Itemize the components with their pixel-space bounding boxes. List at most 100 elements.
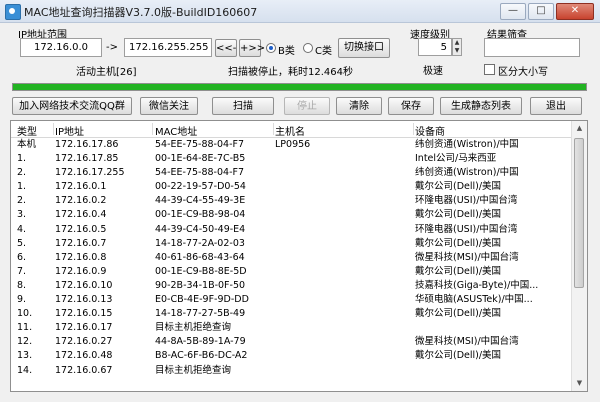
row-ip: 172.16.0.67: [55, 364, 113, 376]
table-row[interactable]: 2. 172.16.0.2 44-39-C4-55-49-3E 环隆电器(USI)/中…: [11, 194, 571, 208]
class-c-radio[interactable]: [303, 43, 313, 53]
table-row[interactable]: 2. 172.16.17.255 54-EE-75-88-04-F7 纬创资通(Wis…: [11, 166, 571, 180]
scrollbar-thumb[interactable]: [574, 138, 584, 288]
vertical-scrollbar[interactable]: ▲ ▼: [571, 121, 587, 391]
scan-button[interactable]: 扫描: [212, 97, 274, 115]
maximize-button[interactable]: □: [528, 3, 554, 20]
wechat-follow-button[interactable]: 微信关注: [140, 97, 198, 115]
scan-progress-fill: [13, 84, 586, 90]
row-ip: 172.16.0.27: [55, 336, 113, 348]
row-vendor: 戴尔公司(Dell)/美国: [415, 237, 502, 249]
table-header: 类型 IP地址 MAC地址 主机名 设备商: [11, 121, 571, 138]
column-divider[interactable]: [273, 123, 274, 135]
row-mac: 14-18-77-27-5B-49: [155, 308, 246, 320]
row-mac: 54-EE-75-88-04-F7: [155, 167, 245, 179]
table-row[interactable]: 13. 172.16.0.48 B8-AC-6F-B6-DC-A2 戴尔公司(Dell…: [11, 349, 571, 363]
row-ip: 172.16.0.1: [55, 181, 107, 193]
row-mac: 00-22-19-57-D0-54: [155, 181, 246, 193]
generate-static-list-button[interactable]: 生成静态列表: [440, 97, 522, 115]
scan-status-text: 扫描被停止，耗时12.464秒: [228, 67, 353, 78]
prev-range-button[interactable]: <<-: [215, 39, 237, 57]
row-ip: 172.16.0.9: [55, 265, 107, 277]
join-qq-group-button[interactable]: 加入网络技术交流QQ群: [12, 97, 132, 115]
row-type: 4.: [17, 223, 27, 235]
close-button[interactable]: ✕: [556, 3, 594, 20]
switch-interface-button[interactable]: 切换接口: [338, 38, 390, 58]
exit-button[interactable]: 退出: [530, 97, 582, 115]
class-b-radio[interactable]: [266, 43, 276, 53]
table-row[interactable]: 1. 172.16.0.1 00-22-19-57-D0-54 戴尔公司(Dell)/…: [11, 180, 571, 194]
row-vendor: 技嘉科技(Giga-Byte)/中国...: [415, 279, 539, 291]
table-row[interactable]: 6. 172.16.0.8 40-61-86-68-43-64 微星科技(MSI)/中…: [11, 251, 571, 265]
row-mac: 14-18-77-2A-02-03: [155, 237, 245, 249]
table-row[interactable]: 5. 172.16.0.7 14-18-77-2A-02-03 戴尔公司(Dell)/…: [11, 237, 571, 251]
chevron-up-icon[interactable]: ▲: [453, 39, 461, 47]
row-ip: 172.16.0.15: [55, 308, 113, 320]
column-header-ip[interactable]: IP地址: [55, 123, 151, 138]
column-header-type[interactable]: 类型: [17, 123, 57, 138]
results-table[interactable]: 类型 IP地址 MAC地址 主机名 设备商 本机 172.16.17.86 54-E…: [10, 120, 588, 392]
row-type: 本机: [17, 139, 37, 150]
case-sensitive-label: 区分大小写: [498, 67, 548, 78]
row-vendor: 戴尔公司(Dell)/美国: [415, 181, 502, 193]
row-ip: 172.16.17.255: [55, 167, 125, 179]
chevron-up-icon[interactable]: ▲: [572, 121, 587, 136]
column-divider[interactable]: [413, 123, 414, 135]
table-row[interactable]: 9. 172.16.0.13 E0-CB-4E-9F-9D-DD 华硕电脑(ASUST…: [11, 293, 571, 307]
table-row[interactable]: 14. 172.16.0.67 目标主机拒绝查询: [11, 364, 571, 378]
stop-button[interactable]: 停止: [284, 97, 330, 115]
row-vendor: 华硕电脑(ASUSTek)/中国...: [415, 294, 533, 306]
row-type: 12.: [17, 336, 33, 348]
row-type: 13.: [17, 350, 33, 362]
speed-caption: 极速: [423, 66, 443, 77]
title-bar[interactable]: MAC地址查询扫描器V3.7.0版-BuildID160607 — □ ✕: [0, 0, 600, 23]
row-mac: 00-1E-C9-B8-8E-5D: [155, 265, 247, 277]
app-window: MAC地址查询扫描器V3.7.0版-BuildID160607 — □ ✕ IP…: [0, 0, 600, 402]
row-type: 2.: [17, 195, 27, 207]
speed-value-input[interactable]: 5: [418, 38, 452, 56]
minimize-button[interactable]: —: [500, 3, 526, 20]
scan-progress-bar: [12, 83, 587, 91]
end-ip-input[interactable]: 172.16.255.255: [124, 38, 212, 57]
clear-button[interactable]: 清除: [336, 97, 382, 115]
column-header-vendor[interactable]: 设备商: [415, 123, 570, 138]
table-row[interactable]: 12. 172.16.0.27 44-8A-5B-89-1A-79 微星科技(MSI)…: [11, 335, 571, 349]
column-divider[interactable]: [53, 123, 54, 135]
row-vendor: 戴尔公司(Dell)/美国: [415, 350, 502, 362]
window-title: MAC地址查询扫描器V3.7.0版-BuildID160607: [24, 6, 258, 19]
row-mac: 40-61-86-68-43-64: [155, 251, 245, 263]
start-ip-input[interactable]: 172.16.0.0: [20, 38, 102, 57]
chevron-down-icon[interactable]: ▼: [572, 376, 587, 391]
class-b-label: B类: [278, 46, 295, 57]
chevron-down-icon[interactable]: ▼: [453, 47, 461, 55]
table-row[interactable]: 7. 172.16.0.9 00-1E-C9-B8-8E-5D 戴尔公司(Dell)/…: [11, 265, 571, 279]
row-vendor: 纬创资通(Wistron)/中国: [415, 167, 519, 179]
filter-input[interactable]: [484, 38, 580, 57]
speed-spinner[interactable]: ▲ ▼: [452, 38, 462, 56]
column-divider[interactable]: [152, 123, 153, 135]
next-range-button[interactable]: +>>: [239, 39, 265, 57]
row-hostname: LP0956: [275, 139, 311, 150]
table-row[interactable]: 10. 172.16.0.15 14-18-77-27-5B-49 戴尔公司(Dell…: [11, 307, 571, 321]
row-mac: 44-8A-5B-89-1A-79: [155, 336, 246, 348]
row-type: 14.: [17, 364, 33, 376]
table-row[interactable]: 本机 172.16.17.86 54-EE-75-88-04-F7 LP0956 纬创资…: [11, 138, 571, 152]
table-row[interactable]: 1. 172.16.17.85 00-1E-64-8E-7C-B5 Intel公司/马…: [11, 152, 571, 166]
table-row[interactable]: 11. 172.16.0.17 目标主机拒绝查询: [11, 321, 571, 335]
save-button[interactable]: 保存: [388, 97, 434, 115]
column-header-hostname[interactable]: 主机名: [275, 123, 413, 138]
row-mac: 00-1E-64-8E-7C-B5: [155, 153, 246, 165]
row-type: 3.: [17, 209, 27, 221]
case-sensitive-checkbox[interactable]: [484, 64, 495, 75]
table-row[interactable]: 8. 172.16.0.10 90-2B-34-1B-0F-50 技嘉科技(Giga-…: [11, 279, 571, 293]
row-mac: 54-EE-75-88-04-F7: [155, 139, 245, 150]
table-row[interactable]: 4. 172.16.0.5 44-39-C4-50-49-E4 环隆电器(USI)/中…: [11, 223, 571, 237]
table-row[interactable]: 3. 172.16.0.4 00-1E-C9-B8-98-04 戴尔公司(Dell)/…: [11, 208, 571, 222]
class-c-label: C类: [315, 46, 332, 57]
row-type: 11.: [17, 322, 33, 334]
table-body: 本机 172.16.17.86 54-EE-75-88-04-F7 LP0956 纬创资…: [11, 138, 571, 378]
column-header-mac[interactable]: MAC地址: [155, 123, 273, 138]
row-type: 7.: [17, 265, 27, 277]
row-type: 1.: [17, 181, 27, 193]
row-ip: 172.16.0.13: [55, 294, 113, 306]
